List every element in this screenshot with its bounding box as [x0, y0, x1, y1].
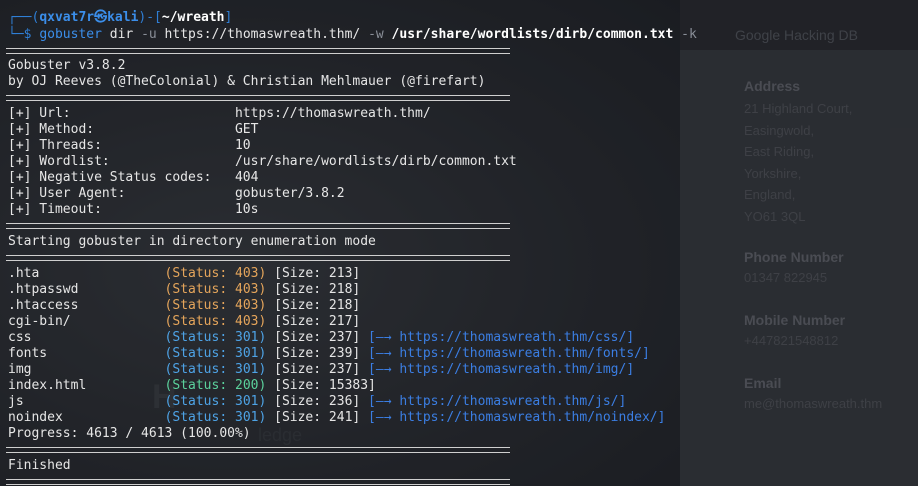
config-line: [+] Method: GET — [8, 122, 258, 138]
result-row: noindex (Status: 301) [Size: 241] [—→ ht… — [8, 410, 665, 426]
config-line: [+] Url: https://thomaswreath.thm/ — [8, 106, 431, 122]
command-flag: -w — [368, 27, 384, 42]
result-redirect[interactable]: [—→ https://thomaswreath.thm/js/] — [368, 394, 626, 409]
result-status: (Status: 200) — [164, 378, 267, 393]
config-value: GET — [234, 122, 259, 137]
separator — [6, 223, 510, 229]
result-row: index.html (Status: 200) [Size: 15383] — [8, 378, 376, 394]
separator — [6, 95, 510, 101]
result-row: fonts (Status: 301) [Size: 239] [—→ http… — [8, 346, 650, 362]
result-row: .htpasswd (Status: 403) [Size: 218] — [8, 282, 360, 298]
command-name: gobuster — [39, 27, 102, 42]
result-size: [Size: 241] — [266, 410, 369, 425]
result-path: cgi-bin/ — [8, 314, 165, 329]
banner-version: Gobuster v3.8.2 — [8, 58, 126, 73]
result-size: [Size: 239] — [266, 346, 369, 361]
result-size: [Size: 218] — [266, 282, 361, 297]
prompt-frame: ┌──( — [8, 10, 40, 25]
config-line: [+] Timeout: 10s — [8, 202, 258, 218]
config-key: [+] Threads: — [8, 138, 235, 153]
result-row: img (Status: 301) [Size: 237] [—→ https:… — [8, 362, 634, 378]
command-wordlist: /usr/share/wordlists/dirb/common.txt — [383, 27, 682, 42]
result-size: [Size: 218] — [266, 298, 361, 313]
result-row: cgi-bin/ (Status: 403) [Size: 217] — [8, 314, 360, 330]
separator — [6, 447, 510, 453]
result-path: js — [8, 394, 165, 409]
config-key: [+] Method: — [8, 122, 235, 137]
config-key: [+] Negative Status codes: — [8, 170, 235, 185]
result-size: [Size: 237] — [266, 362, 369, 377]
prompt-line-2[interactable]: └─$ gobuster dir -u https://thomaswreath… — [8, 27, 697, 43]
result-size: [Size: 237] — [266, 330, 369, 345]
config-value: 10s — [234, 202, 259, 217]
config-value: gobuster/3.8.2 — [234, 186, 345, 201]
result-row: .hta (Status: 403) [Size: 213] — [8, 266, 360, 282]
prompt-line-1: ┌──(qxvat7r㉿kali)-[~/wreath] — [8, 10, 232, 26]
config-value: 404 — [234, 170, 259, 185]
result-size: [Size: 15383] — [266, 378, 376, 393]
separator — [6, 48, 510, 54]
result-path: fonts — [8, 346, 165, 361]
result-path: .hta — [8, 266, 165, 281]
result-size: [Size: 217] — [266, 314, 361, 329]
result-path: noindex — [8, 410, 165, 425]
prompt-path: ~/wreath — [161, 10, 225, 25]
result-path: .htpasswd — [8, 282, 165, 297]
result-status: (Status: 403) — [164, 266, 267, 281]
prompt-frame: └─$ — [8, 27, 40, 42]
config-line: [+] Negative Status codes: 404 — [8, 170, 258, 186]
result-status: (Status: 301) — [164, 362, 267, 377]
command-arg: dir — [101, 27, 142, 42]
separator — [6, 479, 510, 485]
separator — [6, 255, 510, 261]
result-status: (Status: 403) — [164, 298, 267, 313]
result-redirect[interactable]: [—→ https://thomaswreath.thm/noindex/] — [368, 410, 665, 425]
finished-line: Finished — [8, 458, 71, 473]
result-status: (Status: 403) — [164, 282, 267, 297]
result-size: [Size: 236] — [266, 394, 369, 409]
result-path: css — [8, 330, 165, 345]
command-flag: -k — [681, 27, 697, 42]
config-key: [+] Wordlist: — [8, 154, 235, 169]
result-status: (Status: 301) — [164, 410, 267, 425]
result-status: (Status: 301) — [164, 330, 267, 345]
config-value: 10 — [234, 138, 251, 153]
result-path: index.html — [8, 378, 165, 393]
prompt-frame: )-[ — [138, 10, 162, 25]
config-key: [+] User Agent: — [8, 186, 235, 201]
progress-line: Progress: 4613 / 4613 (100.00%) — [8, 426, 251, 441]
config-line: [+] Threads: 10 — [8, 138, 251, 154]
result-redirect[interactable]: [—→ https://thomaswreath.thm/css/] — [368, 330, 634, 345]
command-url: https://thomaswreath.thm/ — [156, 27, 369, 42]
result-redirect[interactable]: [—→ https://thomaswreath.thm/fonts/] — [368, 346, 650, 361]
terminal-window[interactable]: ┌──(qxvat7r㉿kali)-[~/wreath] └─$ gobuste… — [0, 0, 918, 486]
config-value: https://thomaswreath.thm/ — [234, 106, 431, 121]
prompt-frame: ] — [224, 10, 233, 25]
config-line: [+] User Agent: gobuster/3.8.2 — [8, 186, 345, 202]
banner-authors: by OJ Reeves (@TheColonial) & Christian … — [8, 74, 486, 89]
config-line: [+] Wordlist: /usr/share/wordlists/dirb/… — [8, 154, 517, 170]
result-path: img — [8, 362, 165, 377]
config-value: /usr/share/wordlists/dirb/common.txt — [234, 154, 517, 169]
result-row: js (Status: 301) [Size: 236] [—→ https:/… — [8, 394, 626, 410]
result-status: (Status: 301) — [164, 394, 267, 409]
result-row: css (Status: 301) [Size: 237] [—→ https:… — [8, 330, 634, 346]
result-redirect[interactable]: [—→ https://thomaswreath.thm/img/] — [368, 362, 634, 377]
result-row: .htaccess (Status: 403) [Size: 218] — [8, 298, 360, 314]
command-flag: -u — [141, 27, 157, 42]
result-size: [Size: 213] — [266, 266, 361, 281]
prompt-user-host: qxvat7r㉿kali — [39, 10, 139, 25]
start-message: Starting gobuster in directory enumerati… — [8, 234, 376, 249]
result-status: (Status: 403) — [164, 314, 267, 329]
config-key: [+] Timeout: — [8, 202, 235, 217]
result-status: (Status: 301) — [164, 346, 267, 361]
result-path: .htaccess — [8, 298, 165, 313]
config-key: [+] Url: — [8, 106, 235, 121]
